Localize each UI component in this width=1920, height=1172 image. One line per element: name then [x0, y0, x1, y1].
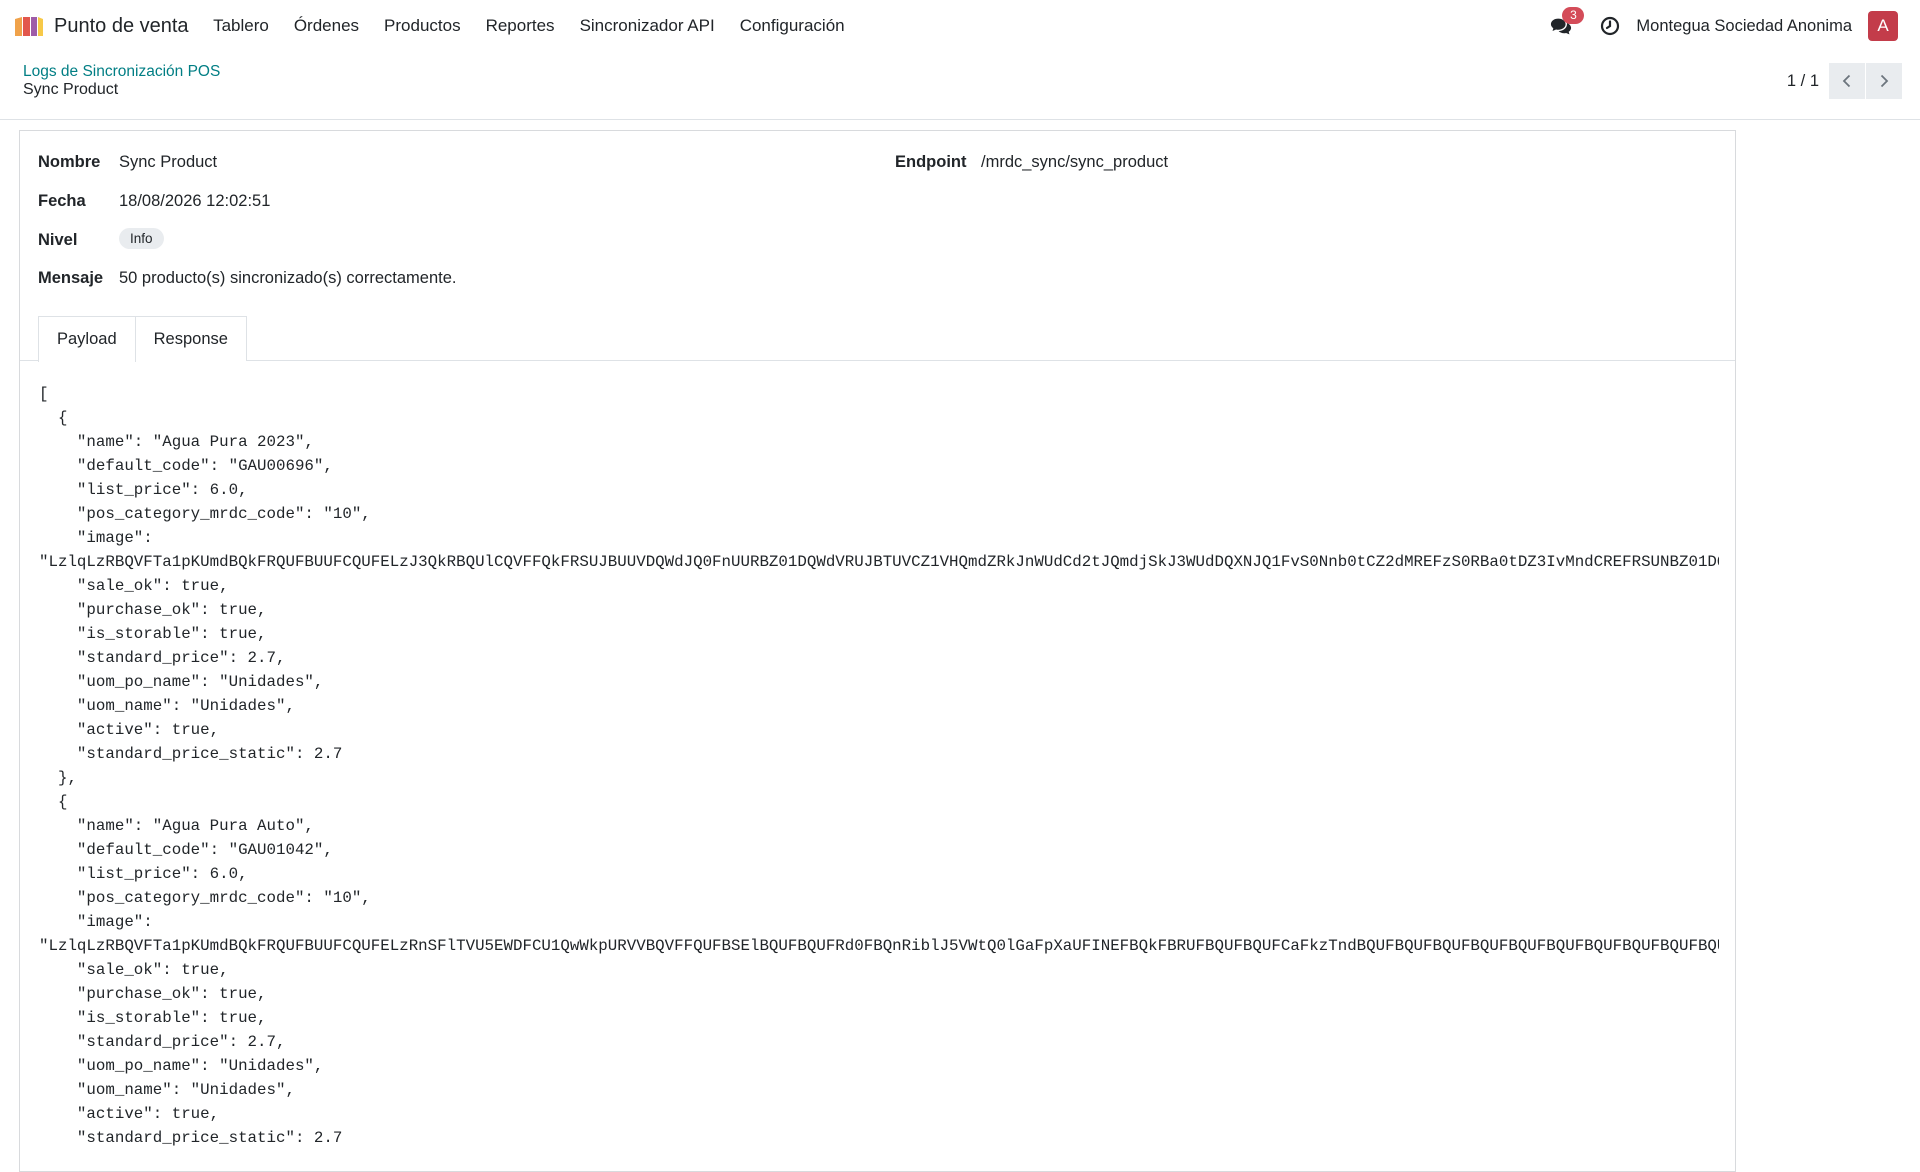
tab-divider	[20, 360, 1735, 361]
menu-item-configuracion[interactable]: Configuración	[727, 16, 857, 36]
top-navbar: Punto de venta Tablero Órdenes Productos…	[0, 0, 1920, 52]
message-value: 50 producto(s) sincronizado(s) correctam…	[119, 269, 457, 287]
user-avatar[interactable]: A	[1868, 11, 1898, 41]
menu-item-ordenes[interactable]: Órdenes	[281, 16, 371, 36]
pager-value[interactable]: 1 / 1	[1787, 72, 1819, 91]
clock-icon[interactable]	[1600, 16, 1620, 36]
level-label: Nivel	[38, 231, 78, 249]
menu-item-reportes[interactable]: Reportes	[473, 16, 567, 36]
pager-previous-button[interactable]	[1829, 63, 1865, 99]
endpoint-label: Endpoint	[895, 153, 967, 171]
level-badge: Info	[119, 228, 164, 249]
pager-next-button[interactable]	[1866, 63, 1902, 99]
app-brand[interactable]: Punto de venta	[14, 15, 201, 38]
control-panel: Logs de Sincronización POS Sync Product …	[0, 52, 1920, 120]
menu-item-productos[interactable]: Productos	[372, 16, 474, 36]
form-sheet: Nombre Sync Product Fecha 18/08/2026 12:…	[19, 130, 1736, 1172]
tab-response[interactable]: Response	[135, 316, 247, 361]
main-menu: Tablero Órdenes Productos Reportes Sincr…	[201, 16, 858, 36]
breadcrumb-current: Sync Product	[23, 81, 119, 98]
endpoint-value: /mrdc_sync/sync_product	[981, 153, 1169, 171]
message-label: Mensaje	[38, 269, 104, 287]
navbar-systray: 3 Montegua Sociedad Anonima A	[1548, 0, 1920, 52]
chevron-right-icon	[1880, 74, 1889, 88]
breadcrumb-parent-link[interactable]: Logs de Sincronización POS	[23, 63, 220, 81]
date-value: 18/08/2026 12:02:51	[119, 192, 271, 210]
menu-item-tablero[interactable]: Tablero	[201, 16, 282, 36]
menu-item-sincronizador-api[interactable]: Sincronizador API	[567, 16, 727, 36]
app-name: Punto de venta	[54, 14, 189, 37]
company-switcher[interactable]: Montegua Sociedad Anonima	[1636, 17, 1852, 36]
point-of-sale-logo-icon	[15, 17, 43, 36]
tab-payload[interactable]: Payload	[38, 316, 136, 362]
name-value: Sync Product	[119, 153, 218, 171]
messages-button[interactable]: 3	[1548, 7, 1585, 39]
name-label: Nombre	[38, 153, 101, 171]
chevron-left-icon	[1842, 74, 1851, 88]
record-pager: 1 / 1	[1787, 63, 1902, 99]
payload-json-text: [ { "name": "Agua Pura 2023", "default_c…	[39, 385, 1719, 1147]
date-label: Fecha	[38, 192, 86, 210]
notebook-tabs: Payload Response	[38, 316, 247, 362]
messages-count-badge: 3	[1562, 7, 1585, 24]
